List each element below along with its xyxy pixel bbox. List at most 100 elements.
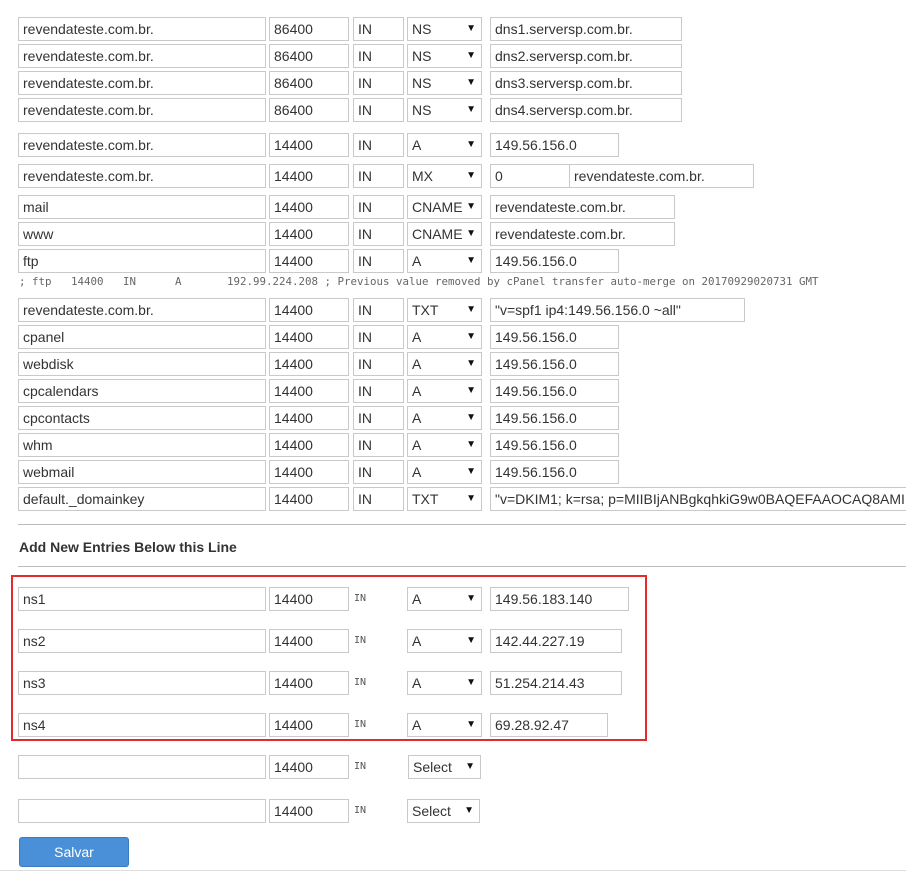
record-ttl-input[interactable]: 14400 [269, 487, 349, 511]
record-ttl-input[interactable]: 14400 [269, 460, 349, 484]
new-value-input[interactable]: 51.254.214.43 [490, 671, 622, 695]
record-ttl-input[interactable]: 14400 [269, 222, 349, 246]
new-type-select[interactable]: Select ▼ [408, 755, 481, 779]
record-value-input[interactable]: "v=spf1 ip4:149.56.156.0 ~all" [490, 298, 745, 322]
record-type-select[interactable]: A ▼ [407, 249, 482, 273]
new-name-input[interactable]: ns3 [18, 671, 266, 695]
record-class-input[interactable]: IN [353, 487, 404, 511]
new-value-input[interactable]: 69.28.92.47 [490, 713, 608, 737]
record-value-input[interactable]: revendateste.com.br. [490, 222, 675, 246]
record-value-input[interactable]: 149.56.156.0 [490, 379, 619, 403]
record-type-select[interactable]: A ▼ [407, 433, 482, 457]
record-type-select[interactable]: A ▼ [407, 379, 482, 403]
record-class-input[interactable]: IN [353, 352, 404, 376]
new-type-select[interactable]: Select ▼ [407, 799, 480, 823]
record-name-input[interactable]: default._domainkey [18, 487, 266, 511]
record-type-select[interactable]: MX ▼ [407, 164, 482, 188]
record-ttl-input[interactable]: 14400 [269, 433, 349, 457]
new-type-select[interactable]: A ▼ [407, 713, 482, 737]
record-class-input[interactable]: IN [353, 406, 404, 430]
record-class-input[interactable]: IN [353, 164, 404, 188]
record-type-select[interactable]: NS ▼ [407, 17, 482, 41]
record-ttl-input[interactable]: 14400 [269, 133, 349, 157]
record-name-input[interactable]: ftp [18, 249, 266, 273]
new-type-select[interactable]: A ▼ [407, 671, 482, 695]
record-value-input[interactable]: 149.56.156.0 [490, 325, 619, 349]
new-name-input[interactable] [18, 755, 266, 779]
record-name-input[interactable]: whm [18, 433, 266, 457]
record-name-input[interactable]: revendateste.com.br. [18, 98, 266, 122]
record-class-input[interactable]: IN [353, 71, 404, 95]
record-type-select[interactable]: A ▼ [407, 133, 482, 157]
record-class-input[interactable]: IN [353, 44, 404, 68]
record-class-input[interactable]: IN [353, 325, 404, 349]
record-type-select[interactable]: A ▼ [407, 352, 482, 376]
record-value-input[interactable]: 149.56.156.0 [490, 133, 619, 157]
record-name-input[interactable]: webmail [18, 460, 266, 484]
record-class-input[interactable]: IN [353, 433, 404, 457]
record-name-input[interactable]: revendateste.com.br. [18, 133, 266, 157]
record-ttl-input[interactable]: 86400 [269, 98, 349, 122]
record-value-input[interactable]: revendateste.com.br. [569, 164, 754, 188]
record-ttl-input[interactable]: 14400 [269, 164, 349, 188]
record-value-input[interactable]: dns4.serversp.com.br. [490, 98, 682, 122]
new-ttl-input[interactable]: 14400 [269, 799, 349, 823]
record-value-input[interactable]: 149.56.156.0 [490, 352, 619, 376]
record-name-input[interactable]: revendateste.com.br. [18, 44, 266, 68]
record-type-select[interactable]: NS ▼ [407, 71, 482, 95]
record-type-select[interactable]: NS ▼ [407, 44, 482, 68]
record-ttl-input[interactable]: 14400 [269, 298, 349, 322]
record-type-select[interactable]: CNAME ▼ [407, 195, 482, 219]
record-type-select[interactable]: A ▼ [407, 460, 482, 484]
record-name-input[interactable]: revendateste.com.br. [18, 71, 266, 95]
record-class-input[interactable]: IN [353, 222, 404, 246]
new-name-input[interactable]: ns2 [18, 629, 266, 653]
mx-priority-input[interactable]: 0 [490, 164, 570, 188]
record-name-input[interactable]: revendateste.com.br. [18, 17, 266, 41]
record-name-input[interactable]: cpcontacts [18, 406, 266, 430]
record-value-input[interactable]: dns2.serversp.com.br. [490, 44, 682, 68]
new-name-input[interactable]: ns1 [18, 587, 266, 611]
record-value-input[interactable]: dns3.serversp.com.br. [490, 71, 682, 95]
new-value-input[interactable]: 149.56.183.140 [490, 587, 629, 611]
record-class-input[interactable]: IN [353, 298, 404, 322]
new-type-select[interactable]: A ▼ [407, 587, 482, 611]
record-ttl-input[interactable]: 14400 [269, 249, 349, 273]
record-type-select[interactable]: CNAME ▼ [407, 222, 482, 246]
record-ttl-input[interactable]: 14400 [269, 325, 349, 349]
record-class-input[interactable]: IN [353, 98, 404, 122]
record-ttl-input[interactable]: 14400 [269, 352, 349, 376]
record-value-input[interactable]: revendateste.com.br. [490, 195, 675, 219]
record-type-select[interactable]: NS ▼ [407, 98, 482, 122]
record-type-select[interactable]: TXT ▼ [407, 298, 482, 322]
record-name-input[interactable]: webdisk [18, 352, 266, 376]
record-name-input[interactable]: revendateste.com.br. [18, 164, 266, 188]
record-type-select[interactable]: A ▼ [407, 406, 482, 430]
record-class-input[interactable]: IN [353, 133, 404, 157]
new-ttl-input[interactable]: 14400 [269, 713, 349, 737]
record-ttl-input[interactable]: 86400 [269, 71, 349, 95]
record-ttl-input[interactable]: 86400 [269, 17, 349, 41]
record-class-input[interactable]: IN [353, 460, 404, 484]
new-ttl-input[interactable]: 14400 [269, 755, 349, 779]
record-name-input[interactable]: mail [18, 195, 266, 219]
record-ttl-input[interactable]: 14400 [269, 195, 349, 219]
record-type-select[interactable]: TXT ▼ [407, 487, 482, 511]
record-ttl-input[interactable]: 86400 [269, 44, 349, 68]
record-value-input[interactable]: 149.56.156.0 [490, 249, 619, 273]
new-type-select[interactable]: A ▼ [407, 629, 482, 653]
record-ttl-input[interactable]: 14400 [269, 406, 349, 430]
record-value-input[interactable]: 149.56.156.0 [490, 433, 619, 457]
record-value-input[interactable]: 149.56.156.0 [490, 460, 619, 484]
save-button[interactable]: Salvar [19, 837, 129, 867]
new-value-input[interactable]: 142.44.227.19 [490, 629, 622, 653]
record-name-input[interactable]: www [18, 222, 266, 246]
record-name-input[interactable]: cpanel [18, 325, 266, 349]
record-ttl-input[interactable]: 14400 [269, 379, 349, 403]
new-ttl-input[interactable]: 14400 [269, 671, 349, 695]
new-ttl-input[interactable]: 14400 [269, 629, 349, 653]
record-value-input[interactable]: 149.56.156.0 [490, 406, 619, 430]
new-name-input[interactable] [18, 799, 266, 823]
record-name-input[interactable]: cpcalendars [18, 379, 266, 403]
new-name-input[interactable]: ns4 [18, 713, 266, 737]
